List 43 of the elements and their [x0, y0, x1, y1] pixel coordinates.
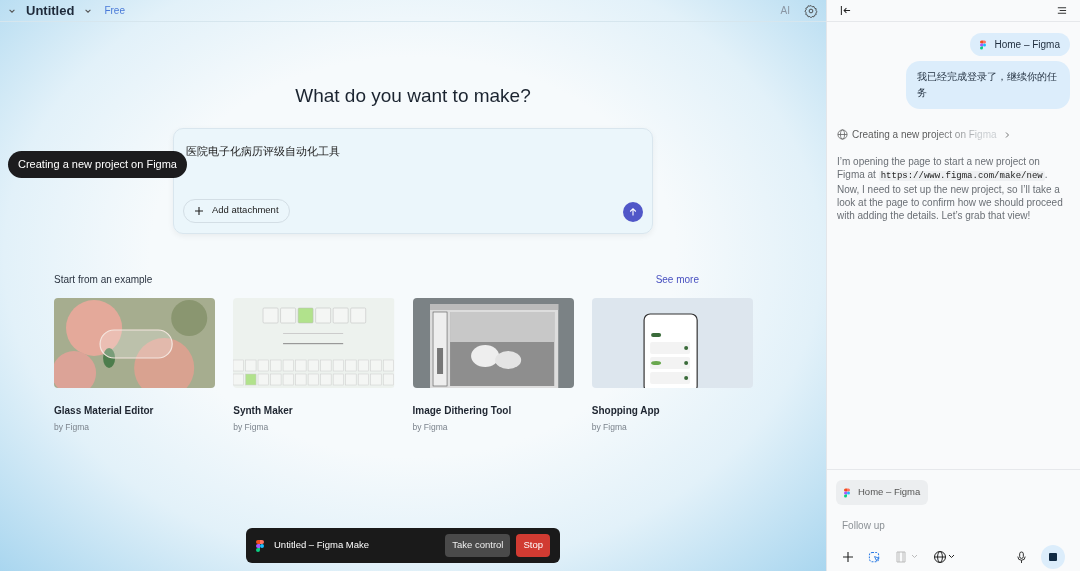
example-author: by Figma	[54, 420, 90, 434]
plus-icon	[194, 205, 204, 216]
page-chip[interactable]: Home – Figma	[970, 33, 1070, 56]
stop-button[interactable]: Stop	[516, 534, 550, 557]
section-heading: Start from an example	[54, 272, 153, 287]
example-author: by Figma	[412, 420, 449, 434]
globe-icon	[837, 129, 848, 140]
example-author: by Figma	[591, 420, 628, 434]
take-control-button[interactable]: Take control	[445, 534, 511, 557]
see-more-link[interactable]: See more	[655, 271, 699, 287]
example-title[interactable]: Synth Maker	[233, 402, 395, 418]
prompt-text[interactable]: 医院电子化病历评级自动化工具	[186, 142, 340, 159]
send-button[interactable]	[623, 201, 643, 222]
select-element-icon[interactable]	[868, 550, 881, 564]
stop-button[interactable]	[1041, 545, 1065, 569]
step-label: Creating a new project on Figma	[852, 127, 997, 142]
figma-logo-icon	[980, 39, 987, 50]
step-row[interactable]: Creating a new project on Figma	[837, 127, 1070, 142]
file-name[interactable]: Untitled	[26, 0, 75, 21]
ai-label: AI	[780, 4, 790, 18]
follow-up-field[interactable]: Follow up	[836, 515, 1071, 535]
collapse-panel-icon[interactable]	[840, 5, 851, 16]
globe-icon[interactable]	[933, 550, 957, 564]
example-title[interactable]: Shopping App	[591, 402, 753, 418]
tooltip: Creating a new project on Figma	[8, 151, 187, 178]
microphone-icon[interactable]	[1016, 550, 1027, 564]
example-author: by Figma	[233, 420, 270, 434]
menu-icon[interactable]	[1056, 5, 1067, 16]
figma-logo-icon	[844, 487, 850, 498]
settings-icon[interactable]	[804, 3, 818, 18]
user-message: 我已经完成登录了，继续你的任务	[906, 61, 1070, 109]
session-title: Untitled – Figma Make	[274, 538, 371, 553]
example-title[interactable]: Glass Material Editor	[54, 402, 216, 418]
arrow-up-icon	[628, 206, 638, 217]
page-heading: What do you want to make?	[295, 84, 531, 108]
context-chip[interactable]: Home – Figma	[836, 480, 929, 505]
plan-label: Free	[104, 4, 125, 18]
chip-label: Home – Figma	[994, 38, 1060, 52]
figma-logo-icon	[256, 539, 264, 552]
example-title[interactable]: Image Dithering Tool	[412, 402, 574, 418]
plus-icon[interactable]	[842, 551, 854, 563]
chip-label: Home – Figma	[858, 485, 921, 500]
stop-icon	[1049, 553, 1057, 561]
